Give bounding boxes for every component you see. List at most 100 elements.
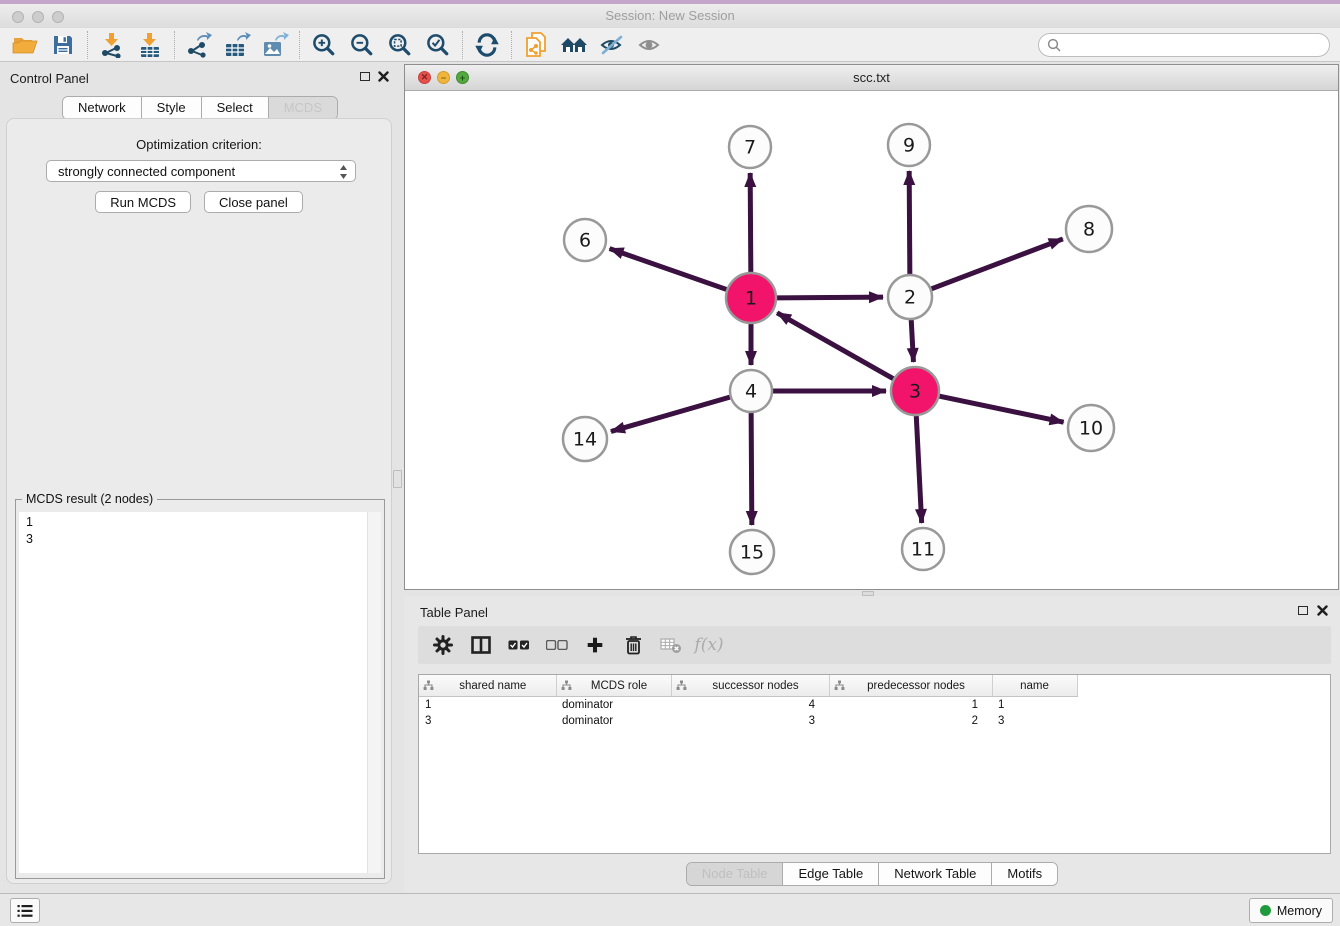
tab-network-table[interactable]: Network Table	[879, 863, 992, 885]
tab-network[interactable]: Network	[63, 97, 142, 119]
table-cell[interactable]: 2	[829, 713, 992, 729]
table-row[interactable]: 3dominator323	[419, 713, 1330, 729]
tab-style[interactable]: Style	[142, 97, 202, 119]
zoom-in-button[interactable]	[305, 30, 343, 60]
checked-boxes-icon	[508, 640, 530, 650]
table-cell[interactable]: 1	[419, 697, 556, 714]
column-label: name	[997, 680, 1073, 692]
export-image-button[interactable]	[256, 30, 294, 60]
column-header-name[interactable]: name	[992, 675, 1077, 697]
graph-edge-4-14[interactable]	[611, 397, 730, 431]
column-header-successor-nodes[interactable]: successor nodes	[671, 675, 829, 697]
toolbar-separator	[87, 31, 88, 59]
graph-edge-1-7[interactable]	[750, 173, 751, 272]
export-table-icon	[223, 32, 251, 58]
table-settings-button[interactable]	[424, 628, 462, 662]
graph-node-label-4: 4	[745, 381, 757, 403]
delete-table-button[interactable]	[652, 628, 690, 662]
memory-label: Memory	[1277, 904, 1322, 918]
zoom-fit-button[interactable]	[381, 30, 419, 60]
table-cell[interactable]: dominator	[556, 713, 671, 729]
deselect-all-rows-button[interactable]	[538, 628, 576, 662]
graph-edge-3-10[interactable]	[939, 396, 1063, 422]
graph-edge-3-1[interactable]	[777, 313, 893, 379]
tab-motifs[interactable]: Motifs	[992, 863, 1057, 885]
graph-edge-2-3[interactable]	[911, 320, 913, 362]
table-cell[interactable]: 3	[992, 713, 1077, 729]
criterion-select[interactable]: strongly connected component	[46, 160, 356, 182]
close-panel-icon[interactable]	[1317, 605, 1328, 616]
graph-node-label-3: 3	[909, 381, 921, 403]
graph-node-label-7: 7	[744, 137, 756, 159]
refresh-view-button[interactable]	[468, 30, 506, 60]
table-cell[interactable]: 3	[419, 713, 556, 729]
vertical-splitter-handle[interactable]	[393, 470, 402, 488]
column-label: MCDS role	[572, 680, 667, 692]
graph-edge-2-8[interactable]	[932, 239, 1063, 289]
table-cell[interactable]: 4	[671, 697, 829, 714]
export-table-button[interactable]	[218, 30, 256, 60]
open-session-button[interactable]	[6, 30, 44, 60]
search-icon	[1047, 38, 1061, 52]
zoom-out-button[interactable]	[343, 30, 381, 60]
zoom-selected-button[interactable]	[419, 30, 457, 60]
network-window-title: scc.txt	[405, 70, 1338, 85]
function-builder-button[interactable]: f(x)	[690, 628, 728, 662]
export-network-button[interactable]	[180, 30, 218, 60]
refresh-icon	[475, 33, 499, 57]
search-input[interactable]	[1038, 33, 1330, 57]
table-cell[interactable]: 1	[992, 697, 1077, 714]
table-row[interactable]: 1dominator411	[419, 697, 1330, 714]
table-panel-header: Table Panel	[404, 596, 1340, 626]
column-header-MCDS-role[interactable]: MCDS role	[556, 675, 671, 697]
mcds-result-box: MCDS result (2 nodes) 1 3	[15, 499, 385, 879]
graph-edge-1-2[interactable]	[777, 297, 883, 298]
tab-edge-table[interactable]: Edge Table	[783, 863, 879, 885]
graph-edge-2-9[interactable]	[909, 171, 910, 274]
float-panel-icon[interactable]	[1298, 606, 1308, 615]
graph-edge-4-15[interactable]	[751, 413, 752, 525]
tab-mcds[interactable]: MCDS	[269, 97, 337, 119]
graph-canvas[interactable]: 7968124314101511	[405, 91, 1338, 589]
save-session-button[interactable]	[44, 30, 82, 60]
table-cell[interactable]: dominator	[556, 697, 671, 714]
column-label: successor nodes	[687, 680, 825, 692]
tab-select[interactable]: Select	[202, 97, 269, 119]
zoom-fit-icon	[388, 33, 412, 57]
node-table[interactable]: shared name MCDS role successor nodes prede…	[418, 674, 1331, 854]
run-mcds-button[interactable]: Run MCDS	[95, 191, 191, 213]
close-panel-icon[interactable]	[378, 71, 389, 82]
column-header-predecessor-nodes[interactable]: predecessor nodes	[829, 675, 992, 697]
column-type-icon	[834, 680, 845, 691]
result-scrollbar[interactable]	[367, 512, 381, 873]
tab-node-table[interactable]: Node Table	[687, 863, 784, 885]
delete-column-button[interactable]	[614, 628, 652, 662]
table-cell[interactable]: 1	[829, 697, 992, 714]
network-overview-button[interactable]	[555, 30, 593, 60]
import-network-button[interactable]	[93, 30, 131, 60]
network-window-titlebar[interactable]: ✕ − + scc.txt	[405, 65, 1338, 91]
criterion-value: strongly connected component	[58, 164, 235, 179]
show-column-panel-button[interactable]	[462, 628, 500, 662]
eye-icon	[637, 35, 663, 55]
hide-graphics-details-button[interactable]	[593, 30, 631, 60]
result-line: 3	[26, 531, 381, 548]
memory-button[interactable]: Memory	[1249, 898, 1333, 923]
import-table-button[interactable]	[131, 30, 169, 60]
task-history-button[interactable]	[10, 898, 40, 923]
column-header-shared-name[interactable]: shared name	[419, 675, 556, 697]
duplicate-network-button[interactable]	[517, 30, 555, 60]
create-column-button[interactable]	[576, 628, 614, 662]
mcds-panel-body: Optimization criterion: strongly connect…	[6, 118, 392, 884]
select-all-rows-button[interactable]	[500, 628, 538, 662]
show-graphics-details-button[interactable]	[631, 30, 669, 60]
column-header-filler	[1077, 675, 1330, 697]
graph-edge-1-6[interactable]	[610, 249, 727, 290]
mcds-result-text[interactable]: 1 3	[19, 512, 381, 873]
main-toolbar	[0, 28, 1340, 62]
export-network-icon	[185, 32, 213, 58]
close-panel-button[interactable]: Close panel	[204, 191, 303, 213]
float-panel-icon[interactable]	[360, 72, 370, 81]
table-cell[interactable]: 3	[671, 713, 829, 729]
graph-edge-3-11[interactable]	[916, 416, 921, 523]
